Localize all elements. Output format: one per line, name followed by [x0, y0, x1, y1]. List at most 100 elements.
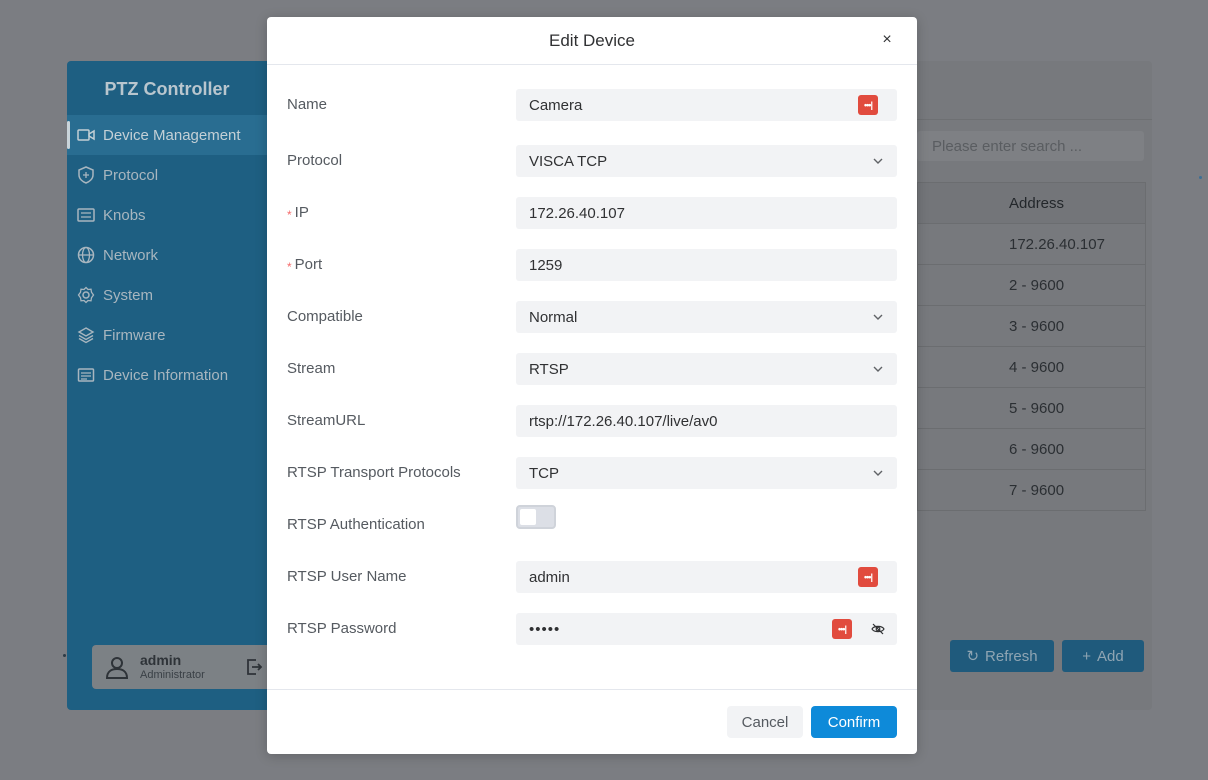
address-cell: 7 - 9600: [1009, 481, 1065, 499]
globe-icon: [77, 246, 95, 264]
stream-url-label: StreamURL: [287, 412, 366, 429]
sidebar-item-knobs[interactable]: Knobs: [67, 195, 267, 235]
sidebar-item-device-management[interactable]: Device Management: [67, 115, 267, 155]
form-row-stream: Stream RTSP: [267, 353, 917, 385]
form-row-rtsp-password: RTSP Password ••••• •••|: [267, 613, 917, 645]
sidebar-item-device-information[interactable]: Device Information: [67, 355, 267, 395]
confirm-button[interactable]: Confirm: [811, 706, 897, 738]
port-value: 1259: [529, 256, 563, 274]
rtsp-transport-label: RTSP Transport Protocols: [287, 464, 461, 481]
form-row-rtsp-auth: RTSP Authentication: [267, 505, 917, 541]
rtsp-user-label: RTSP User Name: [287, 568, 407, 585]
camera-icon: [77, 126, 95, 144]
password-manager-icon[interactable]: •••|: [858, 95, 878, 115]
logout-icon[interactable]: [245, 658, 263, 676]
refresh-button[interactable]: ↻ Refresh: [950, 640, 1054, 672]
chevron-down-icon: [873, 366, 883, 372]
ip-field[interactable]: 172.26.40.107: [516, 197, 897, 229]
search-input[interactable]: Please enter search ...: [917, 131, 1144, 161]
rtsp-password-field[interactable]: ••••• •••|: [516, 613, 897, 645]
table-row[interactable]: 7 - 9600: [918, 470, 1145, 511]
refresh-label: Refresh: [985, 647, 1038, 665]
chevron-down-icon: [873, 158, 883, 164]
refresh-icon: ↻: [966, 648, 980, 665]
rtsp-transport-value: TCP: [529, 464, 559, 482]
compatible-label: Compatible: [287, 308, 363, 325]
decorative-dot: [63, 654, 66, 657]
name-field[interactable]: Camera •••|: [516, 89, 897, 121]
address-cell: 5 - 9600: [1009, 399, 1065, 417]
sidebar-item-label: Device Management: [103, 126, 241, 144]
user-role: Administrator: [140, 669, 205, 681]
table-row[interactable]: 5 - 9600: [918, 388, 1145, 429]
sidebar-item-label: System: [103, 286, 154, 304]
card-icon: [77, 366, 95, 384]
dialog-title: Edit Device: [549, 31, 635, 50]
ip-label-text: IP: [294, 204, 309, 221]
rtsp-password-label: RTSP Password: [287, 620, 397, 637]
edit-device-dialog: Edit Device × Name Camera •••| Protocol …: [267, 17, 917, 754]
address-cell: 4 - 9600: [1009, 358, 1065, 376]
form-row-compatible: Compatible Normal: [267, 301, 917, 333]
port-label-text: Port: [294, 256, 323, 273]
device-table: Address 172.26.40.107 2 - 9600 3 - 9600 …: [917, 182, 1146, 511]
ip-value: 172.26.40.107: [529, 204, 625, 222]
stream-url-value: rtsp://172.26.40.107/live/av0: [529, 412, 718, 430]
address-cell: 172.26.40.107: [1009, 235, 1105, 253]
rtsp-password-value: •••••: [529, 620, 561, 638]
compatible-select[interactable]: Normal: [516, 301, 897, 333]
rtsp-auth-toggle[interactable]: [516, 505, 556, 529]
form-row-stream-url: StreamURL rtsp://172.26.40.107/live/av0: [267, 405, 917, 437]
avatar: [105, 657, 129, 679]
protocol-select[interactable]: VISCA TCP: [516, 145, 897, 177]
sidebar-item-system[interactable]: System: [67, 275, 267, 315]
required-mark: *: [287, 260, 292, 274]
form-row-ip: * IP 172.26.40.107: [267, 197, 917, 229]
password-manager-icon[interactable]: •••|: [832, 619, 852, 639]
user-card: admin Administrator: [92, 645, 277, 689]
sidebar-item-label: Knobs: [103, 206, 146, 224]
cancel-button[interactable]: Cancel: [727, 706, 803, 738]
rtsp-user-value: admin: [529, 568, 570, 586]
table-row[interactable]: 4 - 9600: [918, 347, 1145, 388]
table-row[interactable]: 2 - 9600: [918, 265, 1145, 306]
stream-select[interactable]: RTSP: [516, 353, 897, 385]
ip-label: * IP: [287, 197, 309, 229]
sidebar-item-network[interactable]: Network: [67, 235, 267, 275]
protocol-value: VISCA TCP: [529, 152, 608, 170]
table-row[interactable]: 6 - 9600: [918, 429, 1145, 470]
add-button[interactable]: + Add: [1062, 640, 1144, 672]
sidebar-item-label: Firmware: [103, 326, 166, 344]
port-label: * Port: [287, 249, 322, 281]
rtsp-user-field[interactable]: admin •••|: [516, 561, 897, 593]
user-name: admin: [140, 652, 182, 668]
form-row-rtsp-user: RTSP User Name admin •••|: [267, 561, 917, 593]
stream-label: Stream: [287, 360, 336, 377]
address-cell: 2 - 9600: [1009, 276, 1065, 294]
add-label: Add: [1097, 647, 1124, 665]
form-row-protocol: Protocol VISCA TCP: [267, 145, 917, 177]
port-field[interactable]: 1259: [516, 249, 897, 281]
shield-icon: [77, 166, 95, 184]
form-row-name: Name Camera •••|: [267, 89, 917, 121]
sidebar-item-protocol[interactable]: Protocol: [67, 155, 267, 195]
user-info: admin Administrator: [140, 652, 205, 682]
sidebar-item-firmware[interactable]: Firmware: [67, 315, 267, 355]
stream-url-field[interactable]: rtsp://172.26.40.107/live/av0: [516, 405, 897, 437]
close-icon[interactable]: ×: [877, 30, 897, 50]
chevron-down-icon: [873, 314, 883, 320]
required-mark: *: [287, 208, 292, 222]
table-row[interactable]: 3 - 9600: [918, 306, 1145, 347]
protocol-label: Protocol: [287, 152, 343, 169]
sidebar-item-label: Device Information: [103, 366, 229, 384]
password-manager-icon[interactable]: •••|: [858, 567, 878, 587]
column-header-address: Address: [1009, 194, 1065, 212]
keyboard-icon: [77, 206, 95, 224]
chevron-down-icon: [873, 470, 883, 476]
table-row[interactable]: 172.26.40.107: [918, 224, 1145, 265]
address-cell: 3 - 9600: [1009, 317, 1065, 335]
rtsp-transport-select[interactable]: TCP: [516, 457, 897, 489]
stream-value: RTSP: [529, 360, 569, 378]
eye-off-icon[interactable]: [871, 622, 885, 636]
form-row-port: * Port 1259: [267, 249, 917, 281]
